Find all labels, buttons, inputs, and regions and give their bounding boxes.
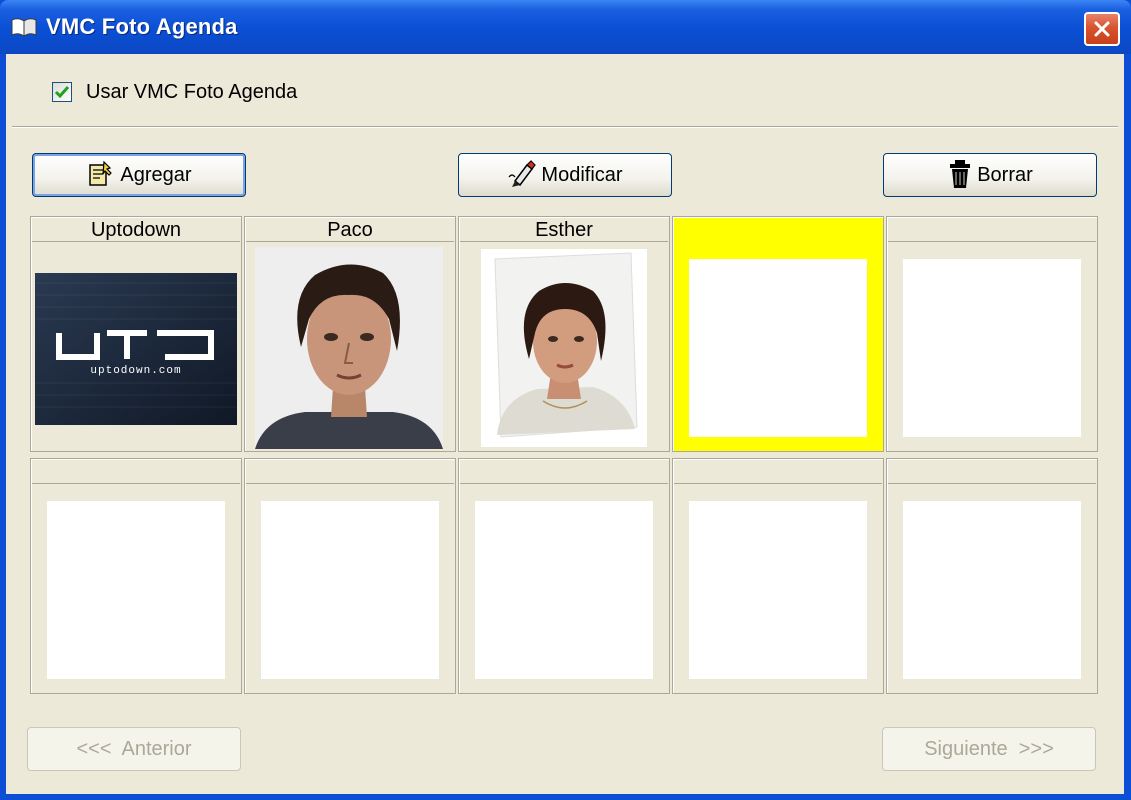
contact-name: Paco <box>246 218 454 242</box>
use-agenda-label: Usar VMC Foto Agenda <box>86 81 298 103</box>
contact-name <box>888 218 1096 242</box>
add-button-label: Agregar <box>120 164 192 186</box>
check-mark-icon <box>54 86 70 99</box>
previous-button[interactable]: <<< Anterior <box>27 727 241 771</box>
contact-cell-empty[interactable] <box>672 216 884 452</box>
empty-photo-slot <box>903 501 1081 679</box>
contact-name <box>674 218 882 242</box>
contact-cell-uptodown[interactable]: Uptodown uptodown.com <box>30 216 242 452</box>
separator <box>12 126 1118 128</box>
empty-photo-slot <box>689 501 867 679</box>
empty-photo-slot <box>475 501 653 679</box>
empty-photo-slot <box>689 259 867 437</box>
contact-name <box>32 460 240 484</box>
contact-name <box>460 460 668 484</box>
empty-photo-slot <box>47 501 225 679</box>
contact-name: Esther <box>460 218 668 242</box>
contact-cell-empty[interactable] <box>458 458 670 694</box>
contacts-grid: Uptodown uptodown.com Paco Esther <box>30 216 1098 702</box>
contact-cell-empty[interactable] <box>886 216 1098 452</box>
app-window: VMC Foto Agenda Usar VMC Foto Agenda Agr… <box>0 0 1131 800</box>
next-button[interactable]: Siguiente >>> <box>882 727 1096 771</box>
logo-text: uptodown.com <box>90 365 181 377</box>
trash-icon <box>950 159 971 188</box>
contact-cell-empty[interactable] <box>886 458 1098 694</box>
contact-cell-empty[interactable] <box>244 458 456 694</box>
delete-button-label: Borrar <box>977 164 1033 186</box>
contact-cell-empty[interactable] <box>672 458 884 694</box>
edit-pen-icon <box>508 159 537 187</box>
close-button[interactable] <box>1084 12 1120 46</box>
contact-name <box>674 460 882 484</box>
edit-button[interactable]: Modificar <box>458 153 672 197</box>
book-icon <box>11 18 37 37</box>
contact-cell-empty[interactable] <box>30 458 242 694</box>
window-title: VMC Foto Agenda <box>46 14 238 39</box>
dialog-body: Usar VMC Foto Agenda Agregar Modificar B… <box>6 54 1124 794</box>
previous-button-label: <<< Anterior <box>76 738 192 760</box>
contact-cell-paco[interactable]: Paco <box>244 216 456 452</box>
add-button[interactable]: Agregar <box>32 153 246 197</box>
contact-cell-esther[interactable]: Esther <box>458 216 670 452</box>
contact-name: Uptodown <box>32 218 240 242</box>
title-bar[interactable]: VMC Foto Agenda <box>0 0 1131 54</box>
paco-photo <box>255 247 443 449</box>
edit-button-label: Modificar <box>541 164 623 186</box>
close-icon <box>1094 21 1110 37</box>
delete-button[interactable]: Borrar <box>883 153 1097 197</box>
use-agenda-checkbox[interactable] <box>52 82 72 102</box>
esther-photo <box>481 249 647 447</box>
empty-photo-slot <box>261 501 439 679</box>
empty-photo-slot <box>903 259 1081 437</box>
next-button-label: Siguiente >>> <box>924 738 1054 760</box>
contact-name <box>246 460 454 484</box>
contact-name <box>888 460 1096 484</box>
uptodown-logo-image: uptodown.com <box>35 273 237 425</box>
add-contact-icon <box>89 160 113 186</box>
